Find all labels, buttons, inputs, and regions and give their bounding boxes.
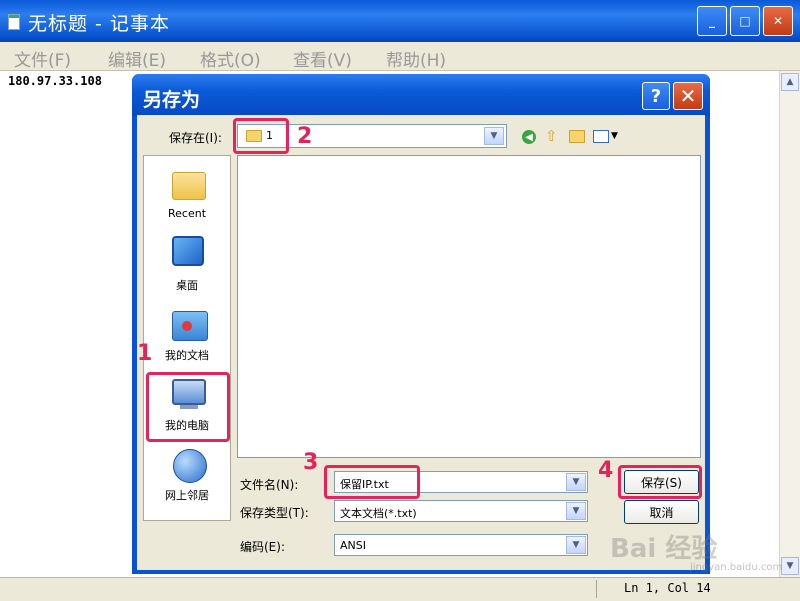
highlight-save-in [233,118,289,154]
scroll-up-icon[interactable]: ▲ [781,73,799,91]
scroll-down-icon[interactable]: ▼ [781,557,799,575]
menu-edit[interactable]: 编辑(E) [108,46,166,71]
place-network[interactable]: 网上邻居 [147,487,227,503]
highlight-filename [324,465,420,499]
save-in-dropdown-icon[interactable]: ▼ [484,127,504,145]
file-list[interactable] [237,155,701,458]
menu-help[interactable]: 帮助(H) [386,46,446,71]
filetype-value: 文本文档(*.txt) [340,507,417,520]
network-places-icon[interactable] [170,447,207,483]
new-folder-icon[interactable] [569,130,585,143]
watermark-logo: Bai 经验 [610,534,718,564]
filetype-label: 保存类型(T): [240,506,309,520]
save-in-label: 保存在(I): [169,131,222,145]
place-my-documents[interactable]: 我的文档 [147,347,227,363]
dialog-close-button[interactable]: ✕ [673,82,703,110]
view-menu-icon[interactable] [593,130,609,143]
cancel-button[interactable]: 取消 [624,500,699,524]
encoding-label: 编码(E): [240,540,285,554]
view-dropdown-icon[interactable]: ▼ [611,131,618,141]
my-documents-icon[interactable] [170,307,208,341]
vertical-scrollbar[interactable]: ▲ ▼ [779,71,800,577]
minimize-button[interactable]: _ [697,6,727,36]
menu-file[interactable]: 文件(F) [14,46,71,71]
step-number-4: 4 [598,458,614,483]
place-desktop[interactable]: 桌面 [147,277,227,293]
encoding-dropdown-icon[interactable]: ▼ [566,536,586,554]
filetype-dropdown-icon[interactable]: ▼ [566,502,586,520]
status-separator [596,580,597,598]
notepad-icon [8,14,20,30]
encoding-select[interactable]: ANSI ▼ [334,534,588,556]
dialog-titlebar [132,74,710,116]
highlight-save-button [618,465,702,499]
filename-label: 文件名(N): [240,478,299,492]
step-number-2: 2 [297,124,313,149]
recent-folder-icon[interactable] [170,166,206,200]
encoding-value: ANSI [340,539,366,552]
editor-content: 180.97.33.108 [8,74,102,88]
step-number-3: 3 [303,450,319,475]
maximize-button[interactable]: □ [730,6,760,36]
desktop-icon[interactable] [170,234,206,268]
up-folder-icon[interactable]: ⇧ [545,128,561,144]
filetype-select[interactable]: 文本文档(*.txt) ▼ [334,500,588,522]
close-button[interactable]: ✕ [763,6,793,36]
watermark-url: jingyan.baidu.com [690,562,783,573]
highlight-my-computer [146,372,230,442]
place-recent[interactable]: Recent [147,207,227,220]
step-number-1: 1 [137,341,153,366]
back-icon[interactable]: ◀ [522,130,536,144]
menu-view[interactable]: 查看(V) [293,46,352,71]
cursor-position: Ln 1, Col 14 [624,581,711,595]
notepad-title: 无标题 - 记事本 [28,13,170,35]
dialog-title: 另存为 [143,89,201,111]
menu-format[interactable]: 格式(O) [200,46,261,71]
filename-dropdown-icon[interactable]: ▼ [566,473,586,491]
help-button[interactable]: ? [642,82,670,110]
